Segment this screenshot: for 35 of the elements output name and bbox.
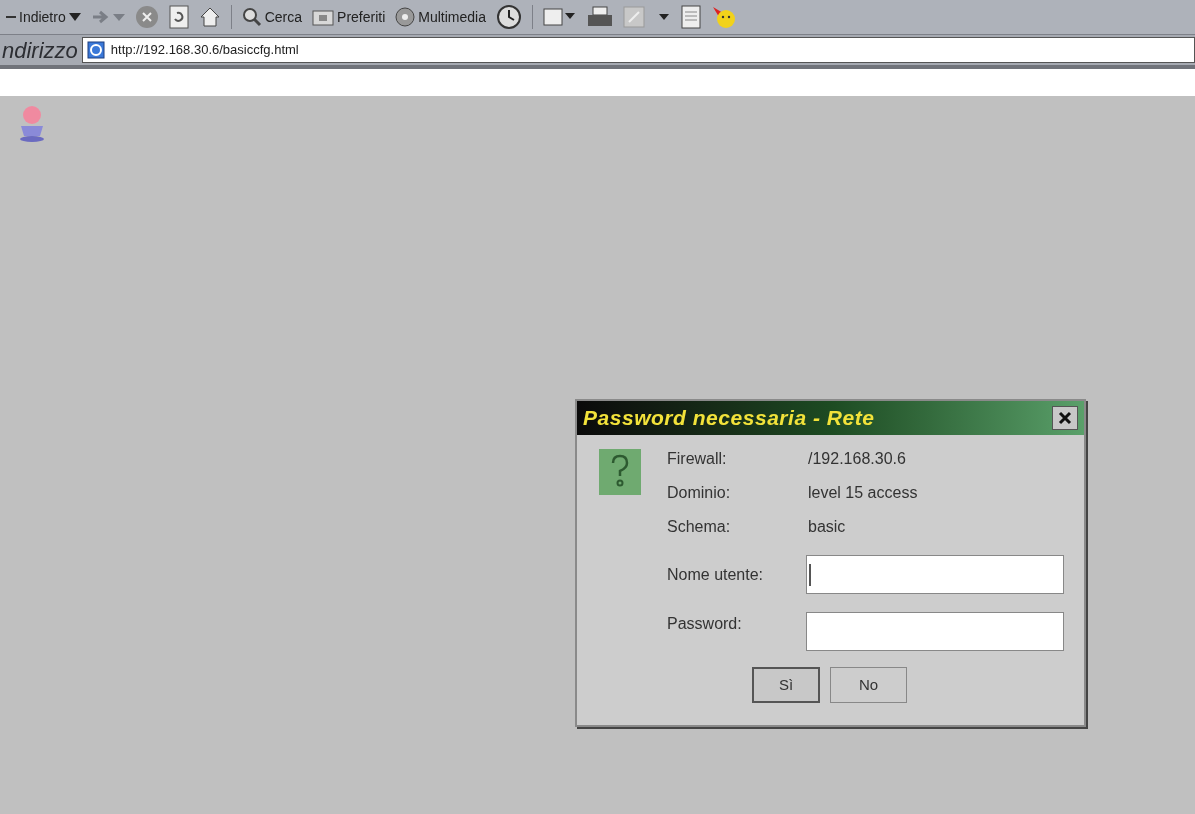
folder-icon — [312, 8, 335, 26]
java-cup-icon — [18, 104, 46, 144]
title-bar: Password necessaria - Rete — [577, 401, 1084, 435]
field-label: Nome utente: — [667, 565, 765, 585]
input-field[interactable] — [806, 555, 1064, 594]
film-reel-icon — [395, 7, 416, 27]
stop-icon[interactable] — [134, 5, 159, 29]
caret-icon — [68, 13, 81, 21]
home-icon[interactable] — [198, 6, 221, 28]
info-label: Schema: — [667, 517, 732, 537]
toolbar-button[interactable]: Preferiti — [312, 6, 386, 28]
address-label: ndirizzo — [1, 36, 78, 65]
refresh-icon[interactable] — [168, 5, 189, 29]
smiley-icon[interactable] — [711, 5, 737, 29]
close-button[interactable] — [1052, 406, 1078, 430]
question-icon — [599, 449, 641, 495]
toolbar-button[interactable]: Multimedia — [395, 6, 486, 28]
field-label: Password: — [667, 614, 743, 634]
toolbar-button[interactable]: Cerca — [241, 6, 303, 28]
info-label: Dominio: — [667, 483, 732, 503]
clock-icon[interactable] — [496, 4, 522, 30]
dialog-button[interactable]: Sì — [752, 667, 820, 703]
info-value: /192.168.30.6 — [808, 449, 906, 469]
printer-icon[interactable] — [587, 6, 613, 28]
info-value: basic — [808, 517, 846, 537]
info-label: Firewall: — [667, 449, 728, 469]
page-icon — [86, 41, 105, 59]
back-button[interactable]: Indietro — [6, 6, 81, 28]
dialog-button[interactable]: No — [830, 667, 907, 703]
info-value: level 15 access — [808, 483, 918, 503]
input-field[interactable] — [806, 612, 1064, 651]
close-icon — [1058, 411, 1072, 425]
address-field[interactable]: http://192.168.30.6/basiccfg.html — [81, 37, 1195, 63]
search-icon — [241, 7, 262, 27]
document-icon[interactable] — [681, 5, 701, 29]
